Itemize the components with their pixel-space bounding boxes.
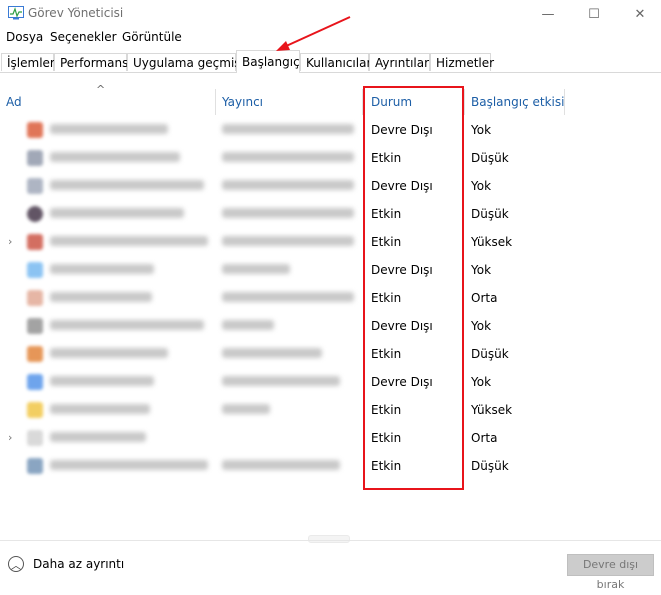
fewer-details-label: Daha az ayrıntı [33,557,125,571]
tab-services[interactable]: Hizmetler [430,53,494,71]
row-impact: Yüksek [471,403,513,417]
blurred-publisher [222,180,354,190]
title-bar: Görev Yöneticisi — ☐ ✕ [0,0,661,28]
blurred-publisher [222,292,354,302]
menu-options[interactable]: Seçenekler [50,30,117,44]
app-icon [27,122,43,138]
tab-users[interactable]: Kullanıcılar [300,53,371,71]
blurred-app-name [50,208,184,218]
table-row[interactable]: Devre Dışı Yok [0,116,661,144]
close-button[interactable]: ✕ [617,0,661,28]
app-icon [27,178,43,194]
blurred-app-name [50,264,154,274]
app-icon [27,318,43,334]
maximize-button[interactable]: ☐ [571,0,617,28]
blurred-app-name [50,292,152,302]
column-divider[interactable] [464,89,465,115]
row-impact: Yüksek [471,235,513,249]
chevron-right-icon[interactable]: › [8,235,12,248]
row-impact: Yok [471,179,492,193]
blurred-app-name [50,432,146,442]
column-divider[interactable] [215,89,216,115]
table-row[interactable]: › Etkin Yüksek [0,228,661,256]
blurred-app-name [50,404,150,414]
blurred-app-name [50,236,208,246]
blurred-publisher [222,404,270,414]
blurred-publisher [222,348,322,358]
app-icon [27,206,43,222]
app-icon [27,374,43,390]
table-row[interactable]: Etkin Düşük [0,340,661,368]
row-impact: Orta [471,291,498,305]
tab-processes[interactable]: İşlemler [1,53,55,71]
row-impact: Düşük [471,151,509,165]
column-header-row: ^ Ad Yayıncı Durum Başlangıç etkisi [0,83,661,115]
blurred-publisher [222,460,340,470]
tab-details[interactable]: Ayrıntılar [369,53,430,71]
blurred-app-name [50,180,204,190]
table-row[interactable]: Devre Dışı Yok [0,172,661,200]
blurred-app-name [50,152,180,162]
table-row[interactable]: Etkin Yüksek [0,396,661,424]
column-name[interactable]: Ad [6,89,22,115]
blurred-publisher [222,320,274,330]
app-icon [27,402,43,418]
app-icon [27,430,43,446]
table-row[interactable]: Devre Dışı Yok [0,312,661,340]
blurred-app-name [50,124,168,134]
column-publisher[interactable]: Yayıncı [222,89,263,115]
window-title: Görev Yöneticisi [28,6,124,20]
blurred-publisher [222,264,290,274]
column-startup-impact[interactable]: Başlangıç etkisi [471,89,564,115]
status-column-highlight [363,86,464,490]
row-impact: Düşük [471,207,509,221]
chevron-up-circle-icon: ︿ [8,556,24,572]
row-impact: Yok [471,375,492,389]
blurred-publisher [222,208,354,218]
app-icon [27,150,43,166]
row-impact: Yok [471,123,492,137]
minimize-button[interactable]: — [525,0,571,28]
task-manager-icon [8,6,24,20]
app-icon [27,458,43,474]
footer-divider [0,540,661,541]
blurred-publisher [222,152,354,162]
blurred-publisher [222,236,354,246]
app-icon [27,234,43,250]
app-icon [27,262,43,278]
sort-caret-icon: ^ [96,83,106,96]
menu-file[interactable]: Dosya [6,30,43,44]
table-row[interactable]: Etkin Orta [0,284,661,312]
tab-bar: İşlemler Performans Uygulama geçmişi Baş… [0,50,661,73]
disable-button[interactable]: Devre dışı bırak [567,554,654,591]
table-row[interactable]: Devre Dışı Yok [0,368,661,396]
row-impact: Yok [471,263,492,277]
row-impact: Yok [471,319,492,333]
table-row[interactable]: Devre Dışı Yok [0,256,661,284]
blurred-publisher [222,376,340,386]
row-impact: Düşük [471,347,509,361]
tab-startup[interactable]: Başlangıç [236,50,300,73]
blurred-app-name [50,460,208,470]
tab-performance[interactable]: Performans [54,53,128,71]
row-impact: Orta [471,431,498,445]
row-impact: Düşük [471,459,509,473]
blurred-app-name [50,376,154,386]
app-icon [27,290,43,306]
horizontal-scrollbar[interactable] [308,535,350,543]
table-row[interactable]: Etkin Düşük [0,144,661,172]
table-row[interactable]: Etkin Düşük [0,452,661,480]
column-divider[interactable] [564,89,565,115]
blurred-app-name [50,320,204,330]
app-icon [27,346,43,362]
tab-app-history[interactable]: Uygulama geçmişi [127,53,244,71]
menu-view[interactable]: Görüntüle [122,30,182,44]
blurred-app-name [50,348,168,358]
blurred-publisher [222,124,354,134]
chevron-right-icon[interactable]: › [8,431,12,444]
fewer-details-button[interactable]: ︿ Daha az ayrıntı [8,554,124,574]
table-row[interactable]: Etkin Düşük [0,200,661,228]
table-row[interactable]: › Etkin Orta [0,424,661,452]
